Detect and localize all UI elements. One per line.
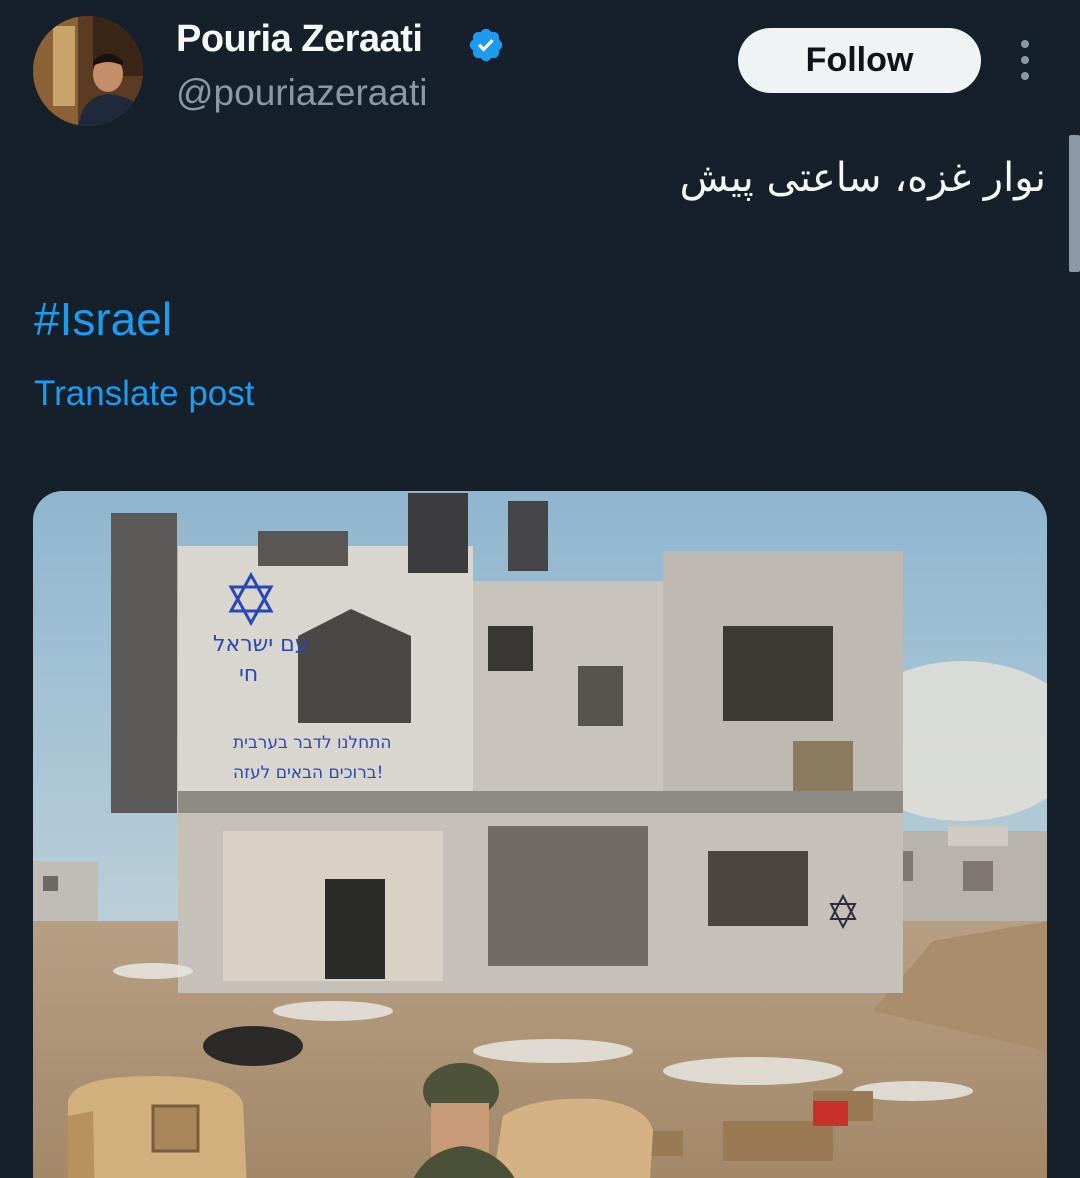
scrollbar-thumb[interactable] — [1069, 135, 1080, 272]
more-dot — [1021, 40, 1029, 48]
graffiti-text: עם ישראל — [213, 632, 309, 657]
translate-post-link[interactable]: Translate post — [34, 374, 254, 414]
destroyed-building-photo: עם ישראל חי התחלנו לדבר בערבית ברוכים הב… — [33, 491, 1047, 1178]
graffiti-text: התחלנו לדבר בערבית — [233, 733, 392, 753]
hashtag-link[interactable]: #Israel — [34, 292, 172, 346]
author-display-name[interactable]: Pouria Zeraati — [176, 18, 423, 61]
author-handle[interactable]: @pouriazeraati — [176, 72, 427, 114]
graffiti-text: חי — [239, 662, 258, 687]
more-vertical-icon[interactable] — [1010, 40, 1040, 80]
post-text: نوار غزه، ساعتی پیش — [679, 155, 1046, 201]
post-detail-screen: Pouria Zeraati @pouriazeraati Follow نوا… — [0, 0, 1080, 1178]
follow-button[interactable]: Follow — [738, 28, 981, 93]
author-avatar[interactable] — [33, 16, 143, 126]
verified-badge-icon — [469, 28, 503, 62]
more-dot — [1021, 72, 1029, 80]
more-dot — [1021, 56, 1029, 64]
avatar-photo — [33, 16, 143, 126]
post-image[interactable]: עם ישראל חי התחלנו לדבר בערבית ברוכים הב… — [33, 491, 1047, 1178]
graffiti-text: ברוכים הבאים לעזה! — [233, 763, 383, 783]
